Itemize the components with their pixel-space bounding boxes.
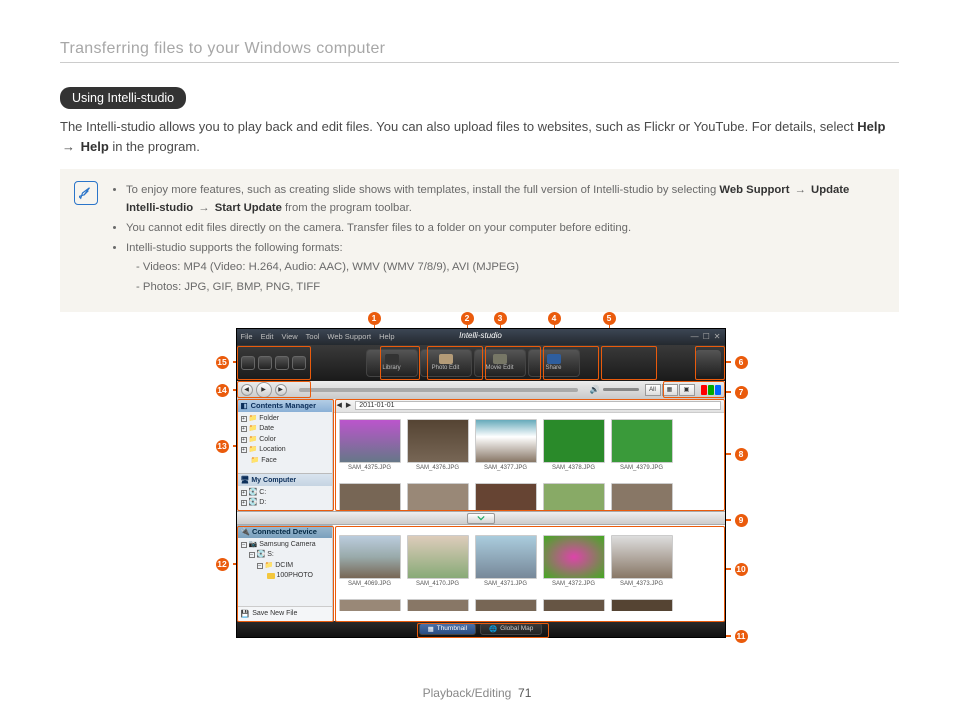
connected-device-header: 🔌 Connected Device xyxy=(237,525,332,538)
splitter[interactable] xyxy=(237,511,725,525)
note-box: To enjoy more features, such as creating… xyxy=(60,169,899,311)
callout-6: 6 xyxy=(735,356,748,369)
app-footer: ▦Thumbnail 🌐Global Map xyxy=(237,621,725,637)
menu-file[interactable]: File xyxy=(241,332,253,341)
prev-button[interactable]: ◀ xyxy=(241,384,253,396)
content-top: ◀▶2011-01-01 SAM_4375.JPG SAM_4376.JPG S… xyxy=(333,399,725,511)
tool-button[interactable] xyxy=(275,356,289,370)
contents-manager-header: ◧Contents Manager xyxy=(237,399,332,412)
app-brand: Intelli-studio xyxy=(459,331,502,340)
app-window: Intelli-studio File Edit View T xyxy=(236,328,726,638)
page-header: Transferring files to your Windows compu… xyxy=(60,40,899,58)
app-figure: 1 2 3 4 5 15 14 13 12 6 7 8 9 10 11 Inte… xyxy=(220,328,740,638)
thumbnail[interactable]: SAM_4377.JPG xyxy=(475,419,537,471)
intro-paragraph: The Intelli-studio allows you to play ba… xyxy=(60,117,899,157)
tool-button[interactable] xyxy=(241,356,255,370)
maximize-icon[interactable]: ☐ xyxy=(703,332,710,341)
callout-12: 12 xyxy=(216,558,229,571)
grid-icon: ▦ xyxy=(428,625,434,633)
callout-9: 9 xyxy=(735,514,748,527)
volume-icon[interactable]: 🔊 xyxy=(590,385,600,394)
tab-movie-edit[interactable]: Movie Edit xyxy=(474,349,526,377)
seek-bar[interactable] xyxy=(299,388,578,392)
content-bottom: SAM_4069.JPG SAM_4170.JPG SAM_4371.JPG S… xyxy=(333,525,725,621)
close-icon[interactable]: ✕ xyxy=(714,332,721,341)
callout-2: 2 xyxy=(461,312,474,325)
thumbnail[interactable]: SAM_4376.JPG xyxy=(407,419,469,471)
thumbnail[interactable]: SAM_4379.JPG xyxy=(611,419,673,471)
sidebar-bottom: 🔌 Connected Device –📷Samsung Camera –💽S:… xyxy=(237,525,333,621)
callout-4: 4 xyxy=(548,312,561,325)
callout-10: 10 xyxy=(735,563,748,576)
tool-button[interactable] xyxy=(292,356,306,370)
sidebar-top: ◧Contents Manager +📁Folder +📁Date +📁Colo… xyxy=(237,399,333,511)
volume-slider[interactable] xyxy=(603,388,639,391)
menu-websupport[interactable]: Web Support xyxy=(327,332,371,341)
view-photo-icon[interactable]: ▦ xyxy=(662,384,678,396)
rgb-filter[interactable] xyxy=(701,385,721,395)
callout-14: 14 xyxy=(216,384,229,397)
thumbnail[interactable]: SAM_4378.JPG xyxy=(543,419,605,471)
note-subitem: Videos: MP4 (Video: H.264, Audio: AAC), … xyxy=(136,258,885,276)
toolbar: Library Photo Edit Movie Edit Share xyxy=(237,345,725,381)
tab-library[interactable]: Library xyxy=(366,349,418,377)
callout-13: 13 xyxy=(216,440,229,453)
callout-3: 3 xyxy=(494,312,507,325)
next-button[interactable]: ▶ xyxy=(275,384,287,396)
menu-tool[interactable]: Tool xyxy=(306,332,320,341)
page-footer: Playback/Editing 71 xyxy=(0,686,954,700)
device-tree[interactable]: –📷Samsung Camera –💽S: –📁DCIM 100PHOTO xyxy=(237,538,332,584)
callout-11: 11 xyxy=(735,630,748,643)
globe-icon: 🌐 xyxy=(489,625,497,633)
thumbnail[interactable]: SAM_4371.JPG xyxy=(475,535,537,587)
folder-icon xyxy=(267,573,275,579)
thumbnail[interactable]: SAM_4170.JPG xyxy=(407,535,469,587)
save-new-file[interactable]: 💾Save New File xyxy=(237,606,332,621)
note-subitem: Photos: JPG, GIF, BMP, PNG, TIFF xyxy=(136,278,885,296)
note-icon xyxy=(74,181,98,205)
thumbnail[interactable]: SAM_4069.JPG xyxy=(339,535,401,587)
callout-5: 5 xyxy=(603,312,616,325)
menu-help[interactable]: Help xyxy=(379,332,394,341)
note-item: To enjoy more features, such as creating… xyxy=(126,181,885,217)
contents-tree[interactable]: +📁Folder +📁Date +📁Color +📁Location 📁Face xyxy=(237,412,332,469)
view-video-icon[interactable]: ▣ xyxy=(679,384,695,396)
tab-share[interactable]: Share xyxy=(528,349,580,377)
my-computer-header: 🖥 My Computer xyxy=(237,473,332,486)
callout-1: 1 xyxy=(368,312,381,325)
menu-view[interactable]: View xyxy=(282,332,298,341)
menu-edit[interactable]: Edit xyxy=(261,332,274,341)
callout-8: 8 xyxy=(735,448,748,461)
section-pill: Using Intelli-studio xyxy=(60,87,186,109)
thumbnail[interactable]: SAM_4375.JPG xyxy=(339,419,401,471)
callout-15: 15 xyxy=(216,356,229,369)
tab-photo-edit[interactable]: Photo Edit xyxy=(420,349,472,377)
header-rule xyxy=(60,62,899,63)
preview-button[interactable] xyxy=(695,350,721,376)
play-button[interactable]: ▶ xyxy=(256,382,272,398)
splitter-handle[interactable] xyxy=(467,513,495,524)
menu-bar[interactable]: File Edit View Tool Web Support Help xyxy=(241,332,395,341)
minimize-icon[interactable]: — xyxy=(691,332,699,341)
thumbnail[interactable]: SAM_4373.JPG xyxy=(611,535,673,587)
thumbnail[interactable]: SAM_4372.JPG xyxy=(543,535,605,587)
footer-globalmap-button[interactable]: 🌐Global Map xyxy=(480,623,542,635)
callout-7: 7 xyxy=(735,386,748,399)
note-item: Intelli-studio supports the following fo… xyxy=(126,239,885,295)
footer-thumbnail-button[interactable]: ▦Thumbnail xyxy=(419,623,477,635)
note-item: You cannot edit files directly on the ca… xyxy=(126,219,885,237)
view-all-button[interactable]: All xyxy=(645,384,661,396)
control-bar: ◀ ▶ ▶ 🔊 All ▦ ▣ xyxy=(237,381,725,399)
breadcrumb[interactable]: ◀▶2011-01-01 xyxy=(333,399,725,413)
tool-button[interactable] xyxy=(258,356,272,370)
